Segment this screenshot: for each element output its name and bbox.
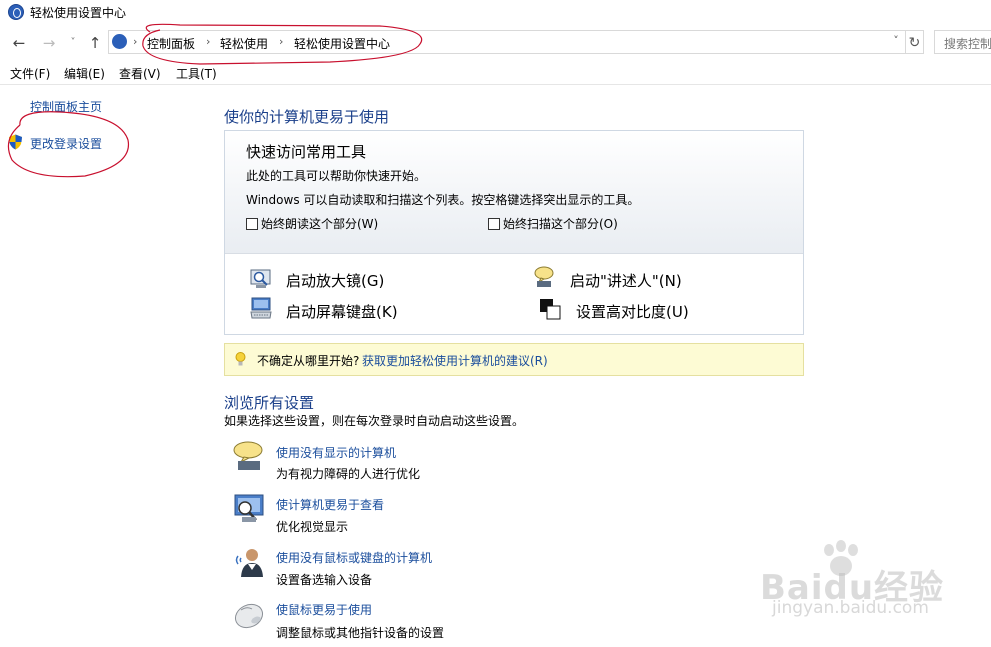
back-button[interactable]: ← (10, 34, 28, 52)
menu-file[interactable]: 文件(F) (10, 65, 50, 82)
divider (0, 84, 991, 85)
baidu-watermark-url: jingyan.baidu.com (772, 598, 929, 618)
magnifier-display-icon (234, 494, 264, 522)
breadcrumb-control-panel[interactable]: 控制面板 (147, 35, 195, 52)
make-mouse-easier-desc: 调整鼠标或其他指针设备的设置 (276, 626, 445, 640)
set-high-contrast-link[interactable]: 设置高对比度(U) (576, 301, 689, 322)
quick-access-panel: 快速访问常用工具 此处的工具可以帮助你快速开始。 Windows 可以自动读取和… (224, 130, 804, 335)
narrator-display-icon (233, 441, 263, 470)
magnifier-icon (250, 269, 271, 288)
quick-access-header: 快速访问常用工具 此处的工具可以帮助你快速开始。 Windows 可以自动读取和… (225, 131, 803, 253)
make-easier-to-see-link[interactable]: 使计算机更易于查看 (276, 496, 384, 513)
control-panel-home-link[interactable]: 控制面板主页 (30, 98, 102, 115)
high-contrast-icon (540, 299, 561, 320)
use-without-mouse-keyboard-link[interactable]: 使用没有鼠标或键盘的计算机 (276, 549, 432, 566)
tip-text: 不确定从哪里开始? (257, 354, 360, 368)
ease-of-access-icon (8, 4, 24, 20)
title-bar: 轻松使用设置中心 (0, 0, 991, 26)
forward-button[interactable]: → (40, 34, 58, 52)
page-title: 使你的计算机更易于使用 (224, 108, 390, 126)
chevron-right-icon: › (133, 35, 138, 48)
quick-access-description: 此处的工具可以帮助你快速开始。 (246, 169, 427, 183)
quick-access-instructions: Windows 可以自动读取和扫描这个列表。按空格键选择突出显示的工具。 (246, 193, 640, 207)
always-scan-checkbox[interactable] (488, 218, 500, 230)
search-input[interactable]: 搜索控制面板 (934, 30, 991, 54)
divider (225, 253, 803, 254)
make-easier-to-see-desc: 优化视觉显示 (276, 520, 349, 534)
use-without-mouse-keyboard-desc: 设置备选输入设备 (276, 573, 373, 587)
start-narrator-link[interactable]: 启动"讲述人"(N) (570, 270, 682, 291)
recent-dropdown-icon[interactable]: ˅ (64, 34, 82, 52)
address-bar[interactable]: › 控制面板 › 轻松使用 › 轻松使用设置中心 (108, 30, 906, 54)
quick-access-title: 快速访问常用工具 (246, 143, 367, 161)
breadcrumb-ease-center[interactable]: 轻松使用设置中心 (294, 35, 390, 52)
lightbulb-icon (235, 352, 246, 366)
window-title: 轻松使用设置中心 (30, 6, 127, 20)
use-without-display-desc: 为有视力障碍的人进行优化 (276, 467, 421, 481)
always-scan-label[interactable]: 始终扫描这个部分(O) (503, 215, 618, 232)
up-button[interactable]: ↑ (86, 34, 104, 52)
chevron-right-icon[interactable]: › (279, 35, 283, 48)
always-read-checkbox[interactable] (246, 218, 258, 230)
breadcrumb-ease-of-access[interactable]: 轻松使用 (220, 35, 268, 52)
menu-edit[interactable]: 编辑(E) (64, 65, 105, 82)
browse-settings-subtitle: 如果选择这些设置，则在每次登录时自动启动这些设置。 (224, 414, 525, 428)
uac-shield-icon (9, 134, 22, 150)
start-magnifier-link[interactable]: 启动放大镜(G) (286, 270, 384, 291)
mouse-icon (234, 603, 264, 629)
always-read-label[interactable]: 始终朗读这个部分(W) (261, 215, 378, 232)
change-login-settings-link[interactable]: 更改登录设置 (30, 135, 102, 152)
menu-view[interactable]: 查看(V) (119, 65, 161, 82)
tip-bar: 不确定从哪里开始? 获取更加轻松使用计算机的建议(R) (224, 343, 804, 376)
narrator-icon (534, 266, 554, 287)
make-mouse-easier-link[interactable]: 使鼠标更易于使用 (276, 601, 372, 618)
get-recommendations-link[interactable]: 获取更加轻松使用计算机的建议(R) (362, 352, 548, 369)
refresh-button[interactable]: ↻ (906, 30, 924, 54)
start-on-screen-keyboard-link[interactable]: 启动屏幕键盘(K) (286, 301, 398, 322)
ease-of-access-icon (112, 34, 127, 49)
user-voice-icon (235, 549, 263, 577)
on-screen-keyboard-icon (250, 297, 272, 319)
menu-tools[interactable]: 工具(T) (176, 65, 217, 82)
chevron-right-icon[interactable]: › (206, 35, 210, 48)
use-without-display-link[interactable]: 使用没有显示的计算机 (276, 444, 396, 461)
address-dropdown-icon[interactable]: ˅ (888, 34, 904, 52)
browse-settings-title: 浏览所有设置 (224, 394, 315, 412)
